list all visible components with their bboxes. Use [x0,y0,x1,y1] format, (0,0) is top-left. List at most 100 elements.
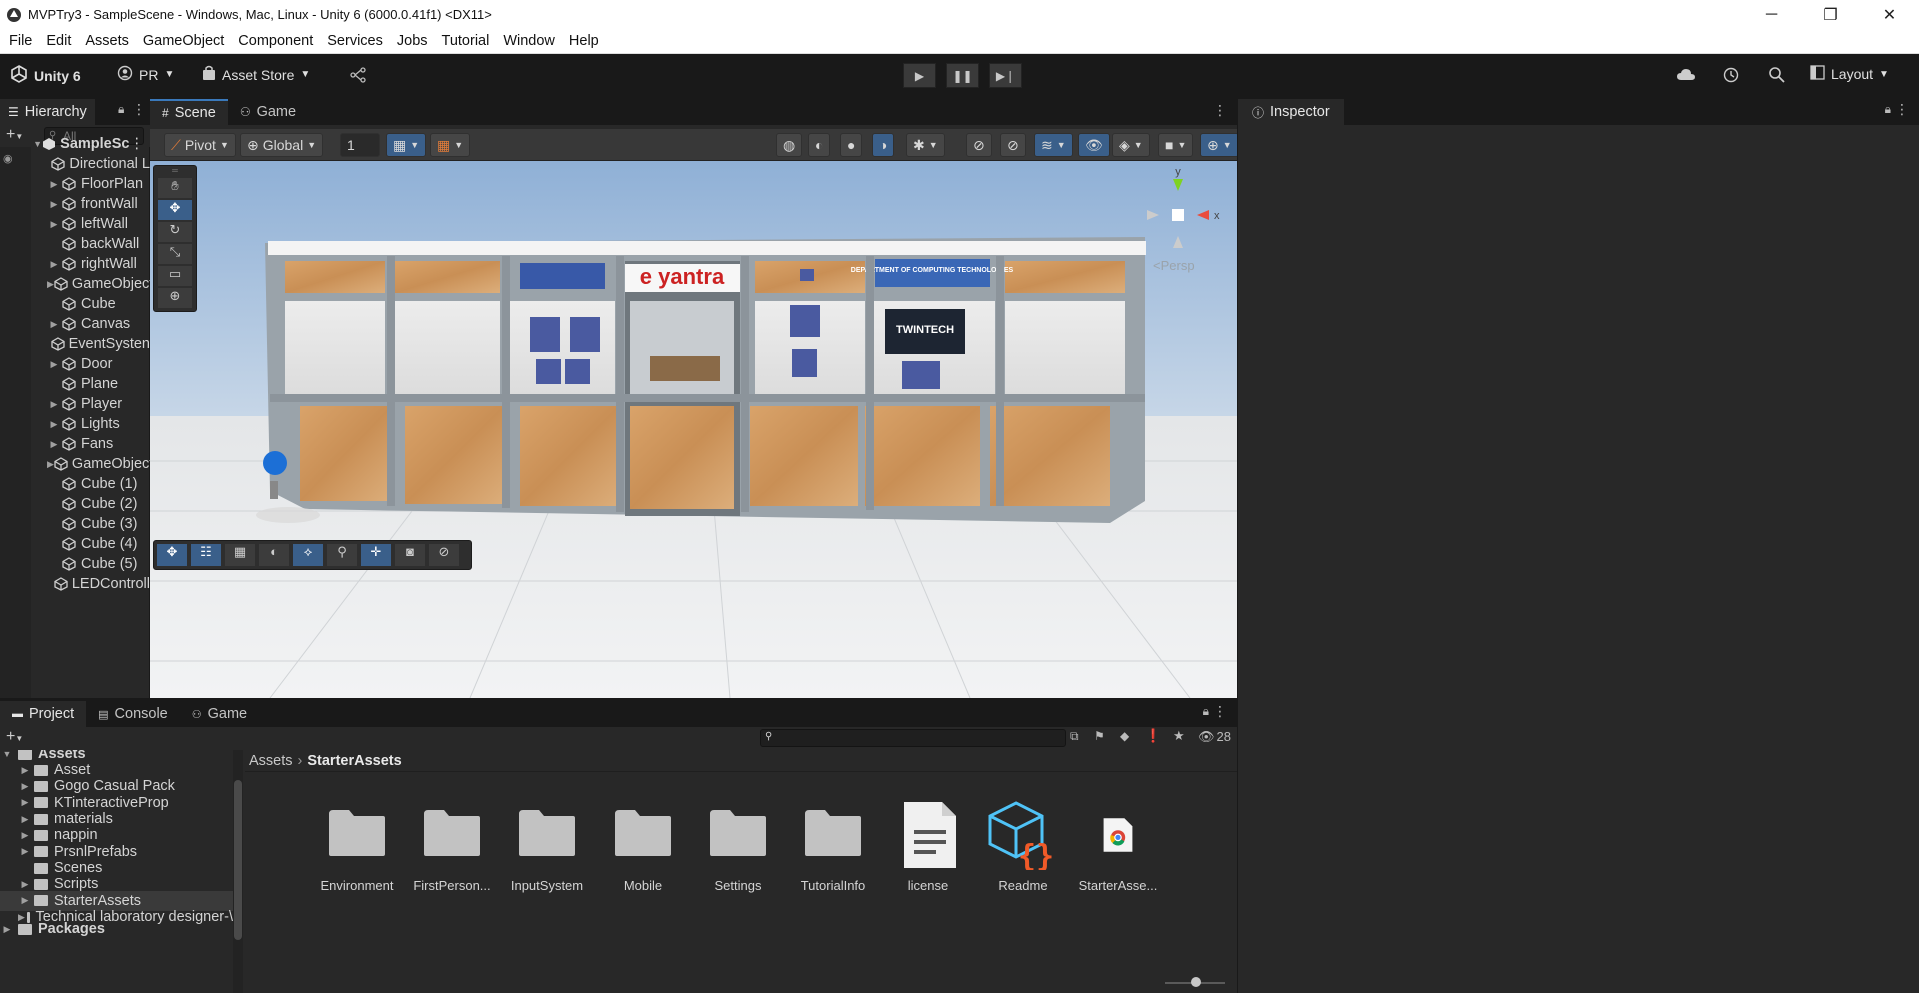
lock-icon[interactable]: 🔒︎ [1885,102,1891,117]
asset-tile[interactable]: InputSystem [502,800,592,900]
menu-services[interactable]: Services [320,33,390,49]
close-button[interactable]: ✕ [1860,0,1919,29]
scene-name[interactable]: SampleSc [60,136,129,152]
menu-window[interactable]: Window [496,33,562,49]
hierarchy-item[interactable]: ▶ Player [47,394,150,414]
asset-tile[interactable]: StarterAsse... [1073,800,1163,900]
menu-assets[interactable]: Assets [78,33,136,49]
debug-draw-dropdown[interactable]: ✱ ▼ [906,133,945,157]
expand-arrow-icon[interactable]: ▶ [47,219,61,230]
step-button[interactable]: ▶❘ [989,63,1022,88]
hierarchy-item[interactable]: ▶ GameObject [47,274,150,294]
shaded-toggle[interactable]: ● [840,133,863,157]
breadcrumb-assets[interactable]: Assets [249,753,293,769]
effects-dropdown[interactable]: ≋ ▼ [1034,133,1073,157]
hierarchy-item[interactable]: LEDControll [47,574,150,594]
rect-tool-icon[interactable]: ▭ [158,266,192,286]
label-icon[interactable]: ◆ [1120,729,1129,743]
expand-arrow-icon[interactable]: ▶ [47,279,54,290]
add-button[interactable]: +▼ [6,126,23,144]
lock-icon[interactable]: 🔒︎ [1203,704,1209,719]
star-icon[interactable]: ★ [1173,728,1185,744]
history-icon[interactable] [1722,66,1740,87]
menu-jobs[interactable]: Jobs [390,33,435,49]
filter-by-type-icon[interactable]: ⚑ [1094,729,1105,743]
half-circle-icon[interactable]: ◐ [259,544,289,566]
hand-tool-icon[interactable]: ✋︎ [158,178,192,198]
tab-game-2[interactable]: ⚇ Game [180,701,259,727]
asset-tile[interactable]: Environment [312,800,402,900]
expand-arrow-icon[interactable]: ▶ [47,399,61,410]
tree-scrollbar[interactable] [233,750,243,993]
hierarchy-item[interactable]: ▶ GameObject [47,454,150,474]
tab-game[interactable]: ⚇ Game [228,99,308,125]
nav-icon[interactable]: ⟡ [293,544,323,566]
expand-arrow-icon[interactable]: ▶ [47,199,61,210]
menu-help[interactable]: Help [562,33,606,49]
expand-arrow-icon[interactable]: ▶ [47,439,61,450]
menu-tutorial[interactable]: Tutorial [435,33,497,49]
expand-arrow-icon[interactable]: ▶ [47,419,61,430]
lock-icon[interactable]: 🔒︎ [118,102,124,117]
move-icon[interactable]: ✥ [157,544,187,566]
asset-tile[interactable]: {} Readme [978,800,1068,900]
hierarchy-item[interactable]: Cube (3) [47,514,150,534]
hierarchy-item[interactable]: ▶ Lights [47,414,150,434]
menu-gameobject[interactable]: GameObject [136,33,231,49]
transform-tool-icon[interactable]: ⊕ [158,288,192,308]
hierarchy-item[interactable]: backWall [47,234,150,254]
expand-arrow-icon[interactable]: ▶ [18,765,32,776]
hierarchy-item[interactable]: ▶ FloorPlan [47,174,150,194]
zoom-icon[interactable]: ⚲ [327,544,357,566]
2d-toggle[interactable]: ⊘ [966,133,992,157]
breadcrumb-current[interactable]: StarterAssets [307,753,401,769]
tab-inspector[interactable]: ⓘ Inspector [1238,99,1344,125]
tab-console[interactable]: ▤ Console [86,701,180,727]
expand-arrow-icon[interactable]: ▶ [18,814,32,825]
asset-tile[interactable]: license [883,800,973,900]
more-options-icon[interactable]: ⋮ [132,101,146,118]
increment-snap-toggle[interactable]: ▦ ▼ [430,133,471,157]
menu-file[interactable]: File [0,33,39,49]
add-button[interactable]: +▼ [6,728,23,746]
search-icon[interactable] [1768,66,1785,86]
more-options-icon[interactable]: ⋮ [1213,703,1227,720]
hierarchy-item[interactable]: ▶ leftWall [47,214,150,234]
cross-arrows-icon[interactable]: ✛ [361,544,391,566]
asset-tile[interactable]: Mobile [598,800,688,900]
hierarchy-item[interactable]: ▶ Door [47,354,150,374]
warning-icon[interactable]: ❗ [1145,728,1161,744]
layout-dropdown[interactable]: Layout ▼ [1810,65,1889,83]
expand-arrow-icon[interactable]: ▶ [18,797,32,808]
tab-project[interactable]: ▬ Project [0,701,87,727]
layers-dropdown[interactable]: ◈ ▼ [1112,133,1150,157]
pivot-dropdown[interactable]: ⟋ Pivot ▼ [164,133,236,157]
hierarchy-item[interactable]: ▶ frontWall [47,194,150,214]
asset-tile[interactable]: Settings [693,800,783,900]
expand-arrow-icon[interactable]: ▼ [33,139,42,149]
grid-snap-toggle[interactable]: ▦ ▼ [386,133,427,157]
expand-arrow-icon[interactable]: ▶ [47,359,61,370]
audio-toggle[interactable]: ⊘ [1000,133,1026,157]
expand-arrow-icon[interactable]: ▶ [18,781,32,792]
grid-hatch-icon[interactable]: ▦ [225,544,255,566]
more-options-icon[interactable]: ⋮ [1213,102,1227,119]
scene-viewport[interactable]: e yantra DEPARTMENT OF COMPUTING TECHNOL… [150,161,1237,698]
expand-arrow-icon[interactable]: ▶ [47,319,61,330]
expand-arrow-icon[interactable]: ▶ [47,459,54,470]
shaded-wireframe-toggle[interactable]: ◐ [808,133,831,157]
grid-size-input[interactable]: 1 [340,133,380,157]
rotate-tool-icon[interactable]: ↻ [158,222,192,242]
expand-arrow-icon[interactable]: ▼ [0,750,14,759]
expand-arrow-icon[interactable]: ▶ [18,830,32,841]
expand-arrow-icon[interactable]: ▶ [18,895,32,906]
hierarchy-item[interactable]: Cube (2) [47,494,150,514]
expand-arrow-icon[interactable]: ▶ [18,879,32,890]
hierarchy-item[interactable]: Directional L [47,154,150,174]
pause-button[interactable]: ❚❚ [946,63,979,88]
more-options-icon[interactable]: ⋮ [1895,101,1909,118]
unity-button[interactable]: Unity 6 [10,65,81,86]
cloud-icon[interactable] [1676,67,1696,86]
tab-scene[interactable]: # Scene [150,99,228,125]
hierarchy-item[interactable]: Plane [47,374,150,394]
